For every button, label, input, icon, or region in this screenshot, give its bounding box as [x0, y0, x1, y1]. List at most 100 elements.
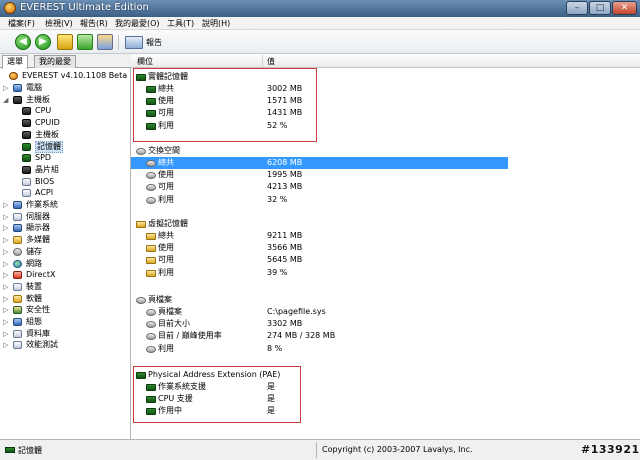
tree-item[interactable]: ▷ 資料庫: [0, 328, 131, 340]
tree-expander-icon[interactable]: ▷: [3, 316, 11, 328]
tree-expander-icon[interactable]: ▷: [3, 82, 11, 94]
tree-expander-icon[interactable]: ▷: [3, 258, 11, 270]
field-name: 可用: [158, 255, 174, 265]
security-icon: [13, 306, 22, 315]
tree-item[interactable]: 晶片組: [0, 164, 131, 176]
tree-expander-icon[interactable]: ▷: [3, 246, 11, 258]
tree-item[interactable]: ▷ 伺服器: [0, 211, 131, 223]
detail-row[interactable]: 可用 4213 MB: [131, 181, 511, 193]
section-title: 虛擬記憶體: [148, 219, 188, 228]
tree-item[interactable]: 記憶體: [0, 140, 131, 153]
tree-expander-icon[interactable]: ▷: [3, 281, 11, 293]
tab-menu[interactable]: 選單: [2, 55, 28, 69]
tree-expander-icon[interactable]: ▷: [3, 234, 11, 246]
tree-expander-icon[interactable]: ▷: [3, 304, 11, 316]
tree-expander-icon[interactable]: ◢: [3, 94, 11, 106]
tree-item[interactable]: CPUID: [0, 117, 131, 129]
folder-icon: [146, 245, 156, 253]
field-name: 頁檔案: [158, 307, 182, 316]
tree-expander-icon[interactable]: ▷: [3, 269, 11, 281]
report-button-label[interactable]: 報告: [146, 37, 162, 48]
tree-expander-icon[interactable]: ▷: [3, 339, 11, 351]
back-button[interactable]: ◀: [15, 34, 31, 50]
toolbar: ◀ ▶ 報告: [0, 30, 640, 54]
menu-tools[interactable]: 工具(T): [167, 18, 194, 29]
tree-root[interactable]: EVEREST v4.10.1108 Beta: [0, 70, 131, 82]
disk-icon: [146, 196, 156, 204]
detail-row[interactable]: 使用 1995 MB: [131, 169, 511, 181]
detail-row[interactable]: 可用 5645 MB: [131, 254, 511, 266]
software-icon: [13, 294, 22, 303]
field-name: 目前大小: [158, 319, 190, 329]
report-icon[interactable]: [125, 36, 143, 49]
tree-item[interactable]: ▷ 軟體: [0, 293, 131, 305]
column-field-header[interactable]: 欄位: [137, 56, 153, 67]
section-header[interactable]: 虛擬記憶體: [131, 218, 511, 230]
maximize-button[interactable]: □: [589, 1, 611, 15]
detail-row[interactable]: 利用 39 %: [131, 267, 511, 279]
field-name: 總共: [158, 231, 174, 240]
section-header[interactable]: 頁檔案: [131, 294, 511, 306]
field-value: 3566 MB: [267, 243, 303, 253]
tree-item[interactable]: ▷ DirectX: [0, 269, 131, 281]
detail-row[interactable]: 目前 / 巔峰使用率 274 MB / 328 MB: [131, 330, 511, 342]
multimedia-icon: [13, 236, 22, 245]
detail-row[interactable]: 總共 9211 MB: [131, 230, 511, 242]
tree-item[interactable]: SPD: [0, 152, 131, 164]
favorites-button[interactable]: [97, 34, 113, 50]
column-value-header[interactable]: 值: [267, 56, 275, 67]
detail-row[interactable]: 使用 3566 MB: [131, 242, 511, 254]
tree-item[interactable]: ▷ 儲存: [0, 246, 131, 258]
tree-item-label: 電腦: [26, 83, 42, 92]
tree-item[interactable]: 主機板: [0, 129, 131, 141]
tree-item[interactable]: ▷ 電腦: [0, 82, 131, 94]
refresh-button[interactable]: [77, 34, 93, 50]
tree-item[interactable]: ▷ 組態: [0, 316, 131, 328]
watermark-text: #133921: [581, 443, 640, 456]
detail-row[interactable]: 目前大小 3302 MB: [131, 318, 511, 330]
tree-expander-icon[interactable]: ▷: [3, 211, 11, 223]
tree-item[interactable]: ▷ 安全性: [0, 304, 131, 316]
menu-favorites[interactable]: 我的最愛(O): [115, 18, 160, 29]
toolbar-separator: [118, 35, 119, 50]
column-divider[interactable]: [262, 55, 263, 67]
tree-item[interactable]: ▷ 裝置: [0, 281, 131, 293]
detail-row[interactable]: 利用 8 %: [131, 343, 511, 355]
disk-icon: [146, 333, 156, 341]
tree-expander-icon[interactable]: ▷: [3, 199, 11, 211]
tree-expander-icon[interactable]: ▷: [3, 293, 11, 305]
menu-report[interactable]: 報告(R): [80, 18, 108, 29]
tree-expander-icon[interactable]: ▷: [3, 222, 11, 234]
minimize-button[interactable]: –: [566, 1, 588, 15]
tree-item[interactable]: BIOS: [0, 176, 131, 188]
tree-item-label: 裝置: [26, 281, 42, 291]
up-folder-button[interactable]: [57, 34, 73, 50]
menu-view[interactable]: 檢視(V): [45, 18, 73, 29]
detail-row[interactable]: 頁檔案 C:\pagefile.sys: [131, 306, 511, 318]
detail-row[interactable]: 利用 32 %: [131, 194, 511, 206]
status-divider: [316, 442, 317, 458]
tab-favorites[interactable]: 我的最愛: [34, 55, 76, 68]
folder-icon: [146, 269, 156, 277]
tree-expander-icon[interactable]: ▷: [3, 328, 11, 340]
tree-item-label: 記憶體: [35, 140, 63, 153]
tree-item[interactable]: CPU: [0, 105, 131, 117]
detail-row[interactable]: 總共 6208 MB: [131, 157, 508, 169]
field-name: 利用: [158, 343, 174, 353]
section-header[interactable]: 交換空間: [131, 145, 511, 157]
tree-item-label: 多媒體: [26, 235, 50, 245]
cpu-icon: [22, 107, 31, 116]
tree-item[interactable]: ▷ 效能測試: [0, 339, 131, 351]
column-header: 欄位 值: [131, 54, 640, 68]
os-icon: [13, 201, 22, 209]
tree-item[interactable]: ▷ 網路: [0, 258, 131, 270]
tree-item[interactable]: ◢ 主機板: [0, 94, 131, 106]
close-button[interactable]: ✕: [612, 1, 637, 15]
forward-button[interactable]: ▶: [35, 34, 51, 50]
tree-item[interactable]: ▷ 顯示器: [0, 222, 131, 234]
tree-item[interactable]: ACPI: [0, 187, 131, 199]
menu-file[interactable]: 檔案(F): [8, 18, 35, 29]
tree-item[interactable]: ▷ 多媒體: [0, 234, 131, 246]
tree-item[interactable]: ▷ 作業系統: [0, 199, 131, 211]
menu-help[interactable]: 說明(H): [202, 18, 230, 29]
